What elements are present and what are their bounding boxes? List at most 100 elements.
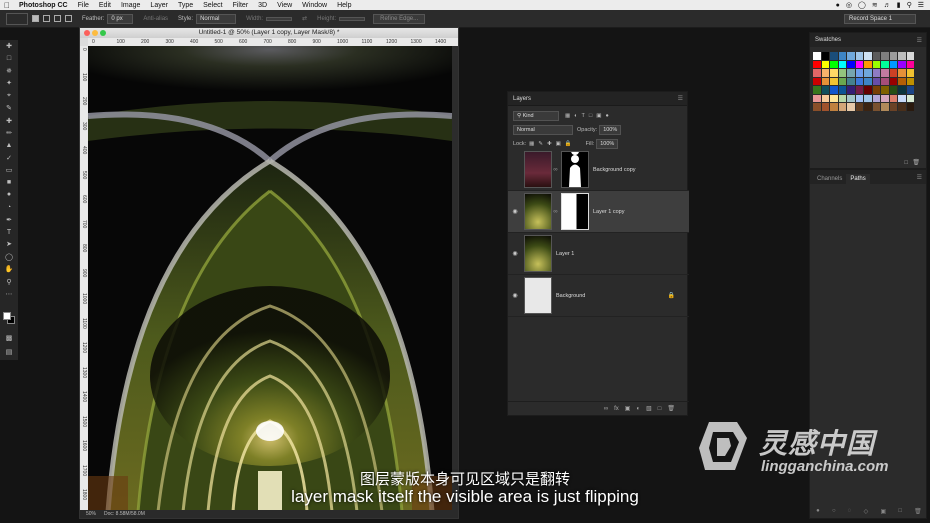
color-swatch[interactable]: [813, 69, 821, 77]
color-swatch[interactable]: [813, 60, 821, 68]
color-swatch[interactable]: [889, 86, 897, 94]
color-swatch[interactable]: [838, 52, 846, 60]
path-select-icon[interactable]: ➤: [0, 238, 18, 250]
visibility-eye-icon[interactable]: ◉: [508, 250, 522, 257]
apple-icon[interactable]: : [0, 1, 14, 10]
color-swatch[interactable]: [898, 86, 906, 94]
color-swatch[interactable]: [906, 69, 914, 77]
color-swatch[interactable]: [906, 60, 914, 68]
color-swatch[interactable]: [838, 69, 846, 77]
color-swatch[interactable]: [821, 86, 829, 94]
color-swatch[interactable]: [838, 77, 846, 85]
subtract-selection-icon[interactable]: [54, 15, 61, 22]
width-input[interactable]: [266, 16, 293, 21]
color-swatch[interactable]: [821, 103, 829, 111]
delete-swatch-icon[interactable]: 🗑: [912, 159, 920, 166]
layer-thumbnail[interactable]: [524, 277, 552, 314]
layer-thumbnail[interactable]: [524, 151, 552, 188]
color-swatch[interactable]: [813, 94, 821, 102]
color-swatch[interactable]: [906, 94, 914, 102]
document-title-bar[interactable]: Untitled-1 @ 50% (Layer 1 copy, Layer Ma…: [80, 28, 458, 38]
color-swatch[interactable]: [864, 94, 872, 102]
color-swatch[interactable]: [838, 60, 846, 68]
lock-artboard-icon[interactable]: ▣: [556, 141, 561, 147]
visibility-eye-icon[interactable]: ◉: [508, 208, 522, 215]
menu-edit[interactable]: Edit: [94, 2, 116, 9]
swap-icon[interactable]: ⇄: [302, 15, 307, 22]
color-swatch[interactable]: [855, 77, 863, 85]
menu-image[interactable]: Image: [116, 2, 145, 9]
link-layers-icon[interactable]: ∞: [604, 406, 608, 412]
vertical-ruler[interactable]: 0 100 200 300 400 500 600 700 800 900 1000 1100 1200…: [80, 46, 88, 512]
color-swatch[interactable]: [906, 77, 914, 85]
color-swatch[interactable]: [821, 52, 829, 60]
color-swatch[interactable]: [813, 86, 821, 94]
minimize-icon[interactable]: [92, 30, 98, 36]
color-swatch[interactable]: [847, 60, 855, 68]
panel-menu-icon[interactable]: ☰: [917, 174, 922, 181]
color-swatch[interactable]: [872, 86, 880, 94]
list-icon[interactable]: ☰: [918, 1, 924, 9]
menu-view[interactable]: View: [272, 2, 297, 9]
foreground-color-swatch[interactable]: [3, 312, 11, 320]
color-swatch[interactable]: [855, 94, 863, 102]
color-swatch[interactable]: [847, 69, 855, 77]
search-icon[interactable]: ⚲: [907, 1, 912, 9]
document-info[interactable]: Doc: 8.58M/58.0M: [104, 511, 145, 517]
feather-input[interactable]: 0 px: [107, 13, 134, 24]
color-swatch[interactable]: [872, 69, 880, 77]
height-input[interactable]: [339, 16, 366, 21]
zoom-window-icon[interactable]: [100, 30, 106, 36]
color-swatch[interactable]: [881, 86, 889, 94]
stroke-path-icon[interactable]: ○: [832, 508, 836, 514]
color-swatch[interactable]: [830, 60, 838, 68]
color-swatch[interactable]: [889, 103, 897, 111]
fill-path-icon[interactable]: ●: [816, 508, 820, 514]
blur-tool-icon[interactable]: ●: [0, 189, 18, 201]
shape-tool-icon[interactable]: ◯: [0, 251, 18, 263]
color-swatch[interactable]: [906, 86, 914, 94]
color-swatch[interactable]: [821, 69, 829, 77]
status-icon-1[interactable]: ●: [836, 2, 840, 9]
healing-tool-icon[interactable]: ✚: [0, 114, 18, 126]
image-canvas[interactable]: [88, 46, 452, 512]
volume-icon[interactable]: ♬: [884, 2, 891, 9]
lock-pixels-icon[interactable]: ✎: [538, 141, 543, 147]
eyedropper-tool-icon[interactable]: ✎: [0, 102, 18, 114]
filter-type-icon[interactable]: T: [582, 113, 585, 119]
layer-thumbnail[interactable]: [524, 193, 552, 230]
menu-app-name[interactable]: Photoshop CC: [14, 2, 73, 9]
color-swatch[interactable]: [898, 69, 906, 77]
color-swatch[interactable]: [881, 60, 889, 68]
color-swatch[interactable]: [898, 60, 906, 68]
color-swatch[interactable]: [881, 77, 889, 85]
new-layer-icon[interactable]: □: [658, 406, 662, 412]
color-swatch[interactable]: [872, 60, 880, 68]
color-swatch[interactable]: [889, 69, 897, 77]
color-swatch[interactable]: [881, 94, 889, 102]
type-tool-icon[interactable]: T: [0, 226, 18, 238]
color-swatch[interactable]: [898, 103, 906, 111]
color-swatch[interactable]: [855, 86, 863, 94]
dodge-tool-icon[interactable]: ◔: [0, 201, 18, 213]
filter-shape-icon[interactable]: □: [589, 113, 592, 119]
battery-icon[interactable]: ▮: [897, 1, 901, 9]
wifi-icon[interactable]: ≋: [872, 1, 878, 9]
screen-mode-icon[interactable]: ▤: [0, 346, 18, 358]
color-swatch[interactable]: [881, 69, 889, 77]
color-swatch[interactable]: [864, 69, 872, 77]
lock-position-icon[interactable]: ✚: [547, 141, 552, 147]
zoom-tool-icon[interactable]: ⚲: [0, 275, 18, 287]
new-selection-icon[interactable]: [32, 15, 39, 22]
quick-mask-icon[interactable]: ▩: [0, 332, 18, 344]
menu-select[interactable]: Select: [198, 2, 227, 9]
menu-type[interactable]: Type: [173, 2, 198, 9]
color-swatch[interactable]: [864, 60, 872, 68]
lock-all-icon[interactable]: 🔒: [565, 141, 572, 147]
color-swatch[interactable]: [889, 60, 897, 68]
refine-edge-button[interactable]: Refine Edge...: [373, 13, 426, 24]
close-icon[interactable]: [84, 30, 90, 36]
panel-menu-icon[interactable]: ☰: [678, 95, 683, 102]
color-swatch[interactable]: [872, 52, 880, 60]
color-swatch[interactable]: [838, 103, 846, 111]
